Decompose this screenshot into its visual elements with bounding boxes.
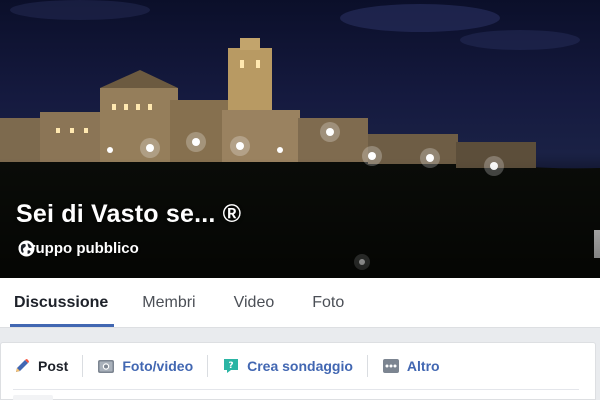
create-poll-button[interactable]: ? Crea sondaggio (222, 355, 368, 377)
post-label: Post (38, 358, 69, 374)
post-composer: Post Foto/video ? Crea sondaggio Altro (0, 342, 596, 400)
group-title[interactable]: Sei di Vasto se... ® (16, 200, 241, 229)
composer-divider (13, 389, 579, 390)
photo-video-button[interactable]: Foto/video (97, 355, 209, 377)
poll-bubble-icon: ? (224, 359, 239, 373)
globe-icon (18, 240, 35, 257)
tab-foto[interactable]: Foto (312, 278, 366, 327)
svg-text:?: ? (229, 361, 234, 371)
privacy-text: Gruppo pubblico (18, 240, 139, 257)
tab-video[interactable]: Video (234, 278, 313, 327)
photo-video-label: Foto/video (122, 358, 194, 374)
post-button[interactable]: Post (13, 355, 84, 377)
more-label: Altro (406, 358, 440, 374)
cover-photo[interactable]: Sei di Vasto se... ® Gruppo pubblico (0, 0, 600, 278)
tab-membri[interactable]: Membri (142, 278, 233, 327)
camera-icon (98, 360, 115, 373)
composer-avatar-placeholder (13, 395, 53, 400)
tab-label: Foto (312, 293, 345, 311)
composer-actions: Post Foto/video ? Crea sondaggio Altro (1, 343, 595, 389)
more-dots-icon (382, 359, 399, 373)
group-tabs: Discussione Membri Video Foto (0, 278, 600, 328)
tab-label: Membri (142, 293, 196, 311)
privacy-label: Gruppo pubblico (18, 240, 139, 257)
tab-label: Discussione (14, 293, 109, 311)
tab-discussione[interactable]: Discussione (0, 278, 142, 327)
tab-label: Video (233, 293, 275, 311)
more-button[interactable]: Altro (382, 355, 454, 377)
pencil-icon (16, 359, 29, 372)
create-poll-label: Crea sondaggio (247, 358, 353, 374)
